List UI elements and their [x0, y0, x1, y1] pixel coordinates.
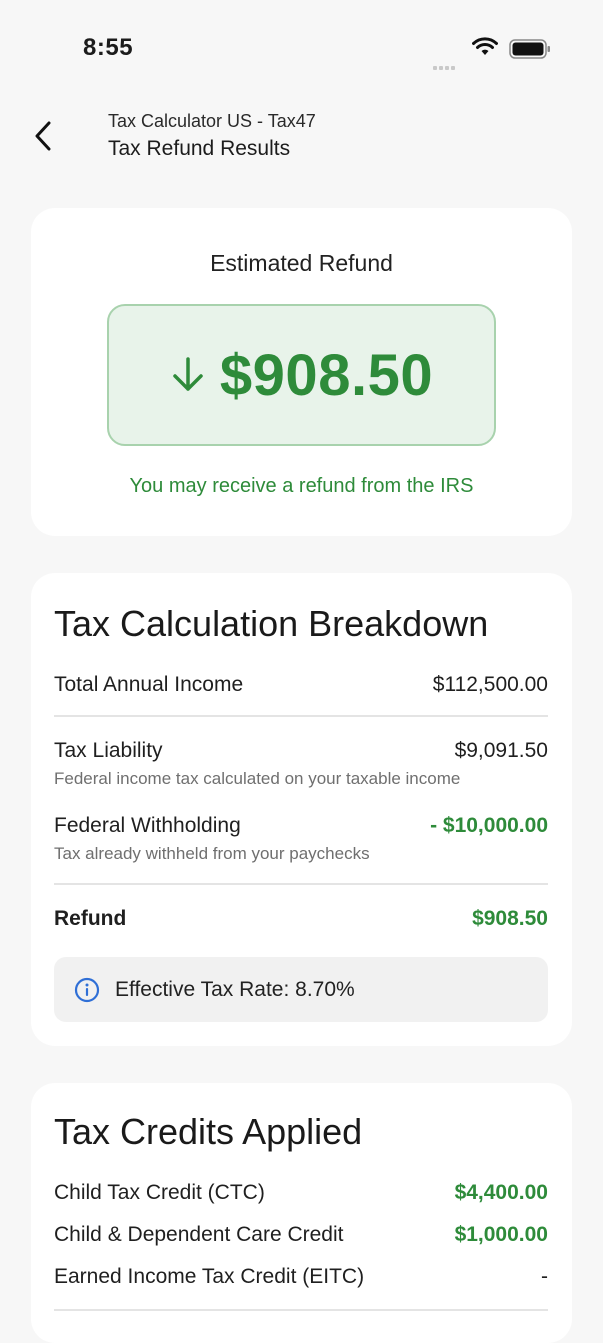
breakdown-row-liability: Tax Liability $9,091.50 Federal income t… [54, 739, 548, 788]
breakdown-row-income: Total Annual Income $112,500.00 [54, 673, 548, 703]
row-value: $112,500.00 [432, 673, 548, 696]
credits-title: Tax Credits Applied [54, 1111, 363, 1152]
tax-breakdown-card: Tax Calculation Breakdown Total Annual I… [31, 573, 572, 1046]
info-icon [74, 977, 100, 1008]
effective-tax-rate: Effective Tax Rate: 8.70% [115, 978, 355, 1001]
row-value: - [541, 1265, 548, 1288]
breakdown-title: Tax Calculation Breakdown [54, 603, 489, 644]
effective-tax-rate-box: Effective Tax Rate: 8.70% [54, 957, 548, 1022]
credit-row-eitc: Earned Income Tax Credit (EITC) - [54, 1265, 548, 1295]
divider [54, 883, 548, 885]
row-label: Federal Withholding [54, 814, 241, 837]
refund-amount: $908.50 [219, 342, 434, 408]
row-description: Federal income tax calculated on your ta… [54, 769, 461, 788]
row-label: Tax Liability [54, 739, 163, 762]
row-value: $1,000.00 [454, 1223, 548, 1246]
back-button[interactable] [26, 116, 60, 156]
row-label: Earned Income Tax Credit (EITC) [54, 1265, 365, 1288]
row-value: - $10,000.00 [430, 814, 548, 837]
row-label: Refund [54, 907, 127, 930]
arrow-down-icon [173, 357, 203, 391]
row-value: $4,400.00 [454, 1181, 548, 1204]
row-value: $908.50 [472, 907, 548, 930]
refund-amount-box: $908.50 [107, 304, 496, 446]
status-time: 8:55 [83, 34, 134, 61]
chevron-left-icon [35, 121, 51, 151]
breakdown-row-refund: Refund $908.50 [54, 907, 548, 937]
row-label: Child & Dependent Care Credit [54, 1223, 344, 1246]
refund-note: You may receive a refund from the IRS [129, 475, 474, 497]
breakdown-row-withholding: Federal Withholding - $10,000.00 Tax alr… [54, 814, 548, 863]
divider [54, 715, 548, 717]
row-description: Tax already withheld from your paychecks [54, 844, 370, 863]
row-label: Total Annual Income [54, 673, 244, 696]
wifi-icon [472, 37, 498, 62]
page-title: Tax Refund Results [108, 137, 291, 160]
row-value: $9,091.50 [454, 739, 548, 762]
battery-icon [509, 39, 551, 64]
refund-label: Estimated Refund [210, 250, 393, 276]
status-bar: 8:55 [0, 0, 603, 96]
credit-row-ctc: Child Tax Credit (CTC) $4,400.00 [54, 1181, 548, 1211]
credit-row-care: Child & Dependent Care Credit $1,000.00 [54, 1223, 548, 1253]
row-label: Child Tax Credit (CTC) [54, 1181, 265, 1204]
estimated-refund-card: Estimated Refund $908.50 You may receive… [31, 208, 572, 536]
nav-header: Tax Calculator US - Tax47 Tax Refund Res… [0, 100, 603, 170]
signal-icon [433, 52, 457, 70]
app-name: Tax Calculator US - Tax47 [108, 111, 316, 131]
tax-credits-card: Tax Credits Applied Child Tax Credit (CT… [31, 1083, 572, 1343]
